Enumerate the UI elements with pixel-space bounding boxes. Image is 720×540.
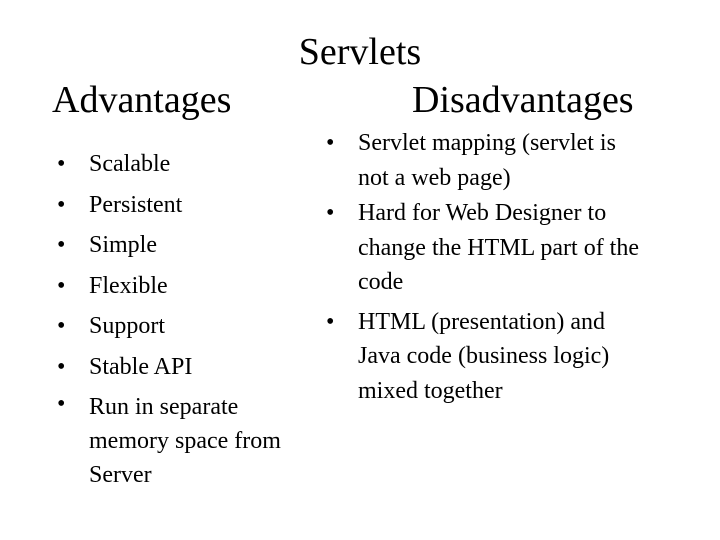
- list-item: • Scalable: [57, 144, 297, 185]
- list-item-text: HTML (presentation) and Java code (busin…: [358, 308, 610, 404]
- list-item-text: Stable API: [89, 353, 193, 380]
- list-item-text: Scalable: [89, 151, 171, 177]
- list-item: • Simple: [57, 225, 297, 266]
- list-item: • Persistent: [57, 185, 297, 226]
- slide-title: Servlets: [298, 31, 422, 73]
- bullet-icon: •: [57, 272, 66, 299]
- slide: Servlets Advantages Disadvantages • Scala…: [0, 0, 720, 540]
- list-item-text: Persistent: [89, 191, 183, 218]
- bullet-icon: •: [57, 191, 66, 218]
- bullet-icon: •: [57, 391, 66, 417]
- list-item: • Hard for Web Designer to change the HTM…: [326, 196, 646, 300]
- bullet-icon: •: [326, 130, 335, 156]
- list-item-text: Hard for Web Designer to change the HTML…: [358, 200, 640, 295]
- list-item-text: Servlet mapping (servlet is not a web pa…: [358, 130, 616, 191]
- list-item: • Stable API: [57, 347, 297, 388]
- list-item: • Support: [57, 306, 297, 347]
- bullet-icon: •: [326, 308, 335, 335]
- list-item: • Run in separate memory space from Serve…: [57, 387, 297, 492]
- list-item-text: Run in separate memory space from Server: [89, 394, 281, 488]
- bullet-icon: •: [57, 151, 66, 177]
- list-item: • HTML (presentation) and Java code (busi…: [326, 305, 646, 409]
- list-item: • Servlet mapping (servlet is not a web p…: [326, 126, 646, 195]
- list-item: • Flexible: [57, 266, 297, 307]
- disadvantages-heading: Disadvantages: [412, 79, 634, 121]
- disadvantages-list: • Servlet mapping (servlet is not a web p…: [326, 126, 646, 408]
- advantages-heading: Advantages: [52, 79, 232, 121]
- advantages-list: • Scalable • Persistent • Simple • Flexible …: [57, 144, 297, 492]
- list-item-text: Simple: [89, 232, 158, 258]
- bullet-icon: •: [57, 353, 66, 380]
- bullet-icon: •: [326, 200, 335, 226]
- list-item-text: Flexible: [89, 272, 168, 299]
- bullet-icon: •: [57, 232, 66, 258]
- list-item-text: Support: [89, 313, 166, 339]
- bullet-icon: •: [57, 313, 66, 339]
